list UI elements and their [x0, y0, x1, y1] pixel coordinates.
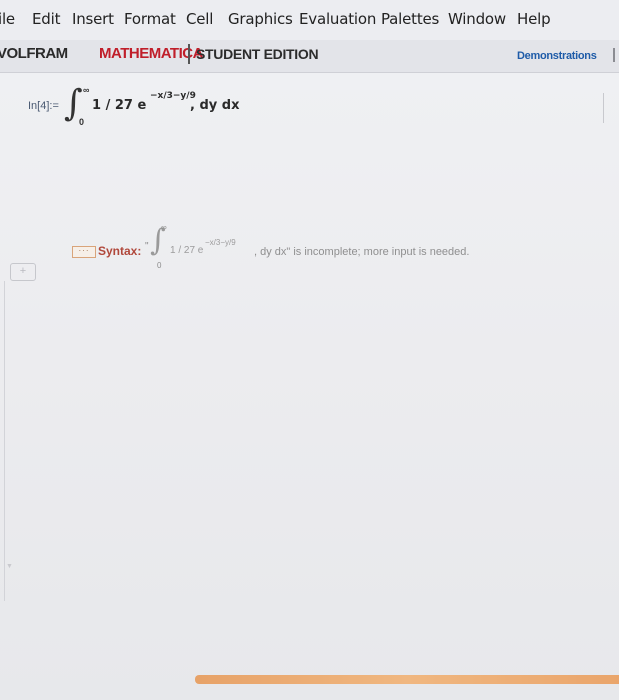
syntax-label: Syntax:: [98, 244, 142, 258]
menu-insert[interactable]: Insert: [72, 10, 114, 28]
menu-cell[interactable]: Cell: [186, 10, 213, 28]
taskbar-progress-strip: [195, 675, 619, 684]
menu-palettes[interactable]: Palettes: [381, 10, 439, 28]
message-quote-open: ": [145, 241, 149, 252]
menu-format[interactable]: Format: [124, 10, 176, 28]
message-lower-limit: 0: [157, 261, 162, 270]
message-exponent: −x/3−y/9: [205, 238, 236, 247]
integral-lower-limit: 0: [79, 117, 85, 127]
brand-wolfram: VOLFRAM: [0, 45, 68, 62]
message-upper-limit: ∞: [161, 223, 167, 232]
banner-edge-divider: [613, 48, 615, 62]
cell-bracket[interactable]: [600, 93, 604, 123]
integrand-exponent[interactable]: −x/3−y/9: [150, 91, 196, 101]
menu-graphics[interactable]: Graphics: [228, 10, 293, 28]
input-label: In[4]:=: [28, 100, 59, 112]
banner-divider: [188, 44, 190, 64]
scroll-marker-icon: ▼: [6, 563, 13, 570]
menu-bar: ile Edit Insert Format Cell Graphics Eva…: [0, 0, 619, 40]
menu-edit[interactable]: Edit: [32, 10, 60, 28]
integral-upper-limit: ∞: [83, 85, 90, 95]
product-banner: VOLFRAM MATHEMATICA STUDENT EDITION Demo…: [0, 40, 619, 73]
cell-insertion-icon[interactable]: +: [10, 263, 36, 281]
integration-variables[interactable]: , dy dx: [190, 98, 239, 113]
message-dots-icon[interactable]: ···: [72, 246, 96, 258]
cell-guide-line: [4, 281, 5, 601]
menu-evaluation[interactable]: Evaluation: [299, 10, 376, 28]
demonstrations-link[interactable]: Demonstrations: [517, 50, 597, 62]
menu-window[interactable]: Window: [448, 10, 506, 28]
edition-label: STUDENT EDITION: [196, 46, 319, 62]
integrand[interactable]: 1 / 27 e: [92, 98, 146, 113]
notebook-area[interactable]: In[4]:= ∫ ∞ 0 1 / 27 e −x/3−y/9 , dy dx …: [0, 73, 619, 700]
message-integrand: 1 / 27 e: [170, 245, 204, 256]
menu-file[interactable]: ile: [0, 10, 15, 28]
menu-help[interactable]: Help: [517, 10, 551, 28]
syntax-message-text: , dy dx" is incomplete; more input is ne…: [254, 246, 470, 258]
